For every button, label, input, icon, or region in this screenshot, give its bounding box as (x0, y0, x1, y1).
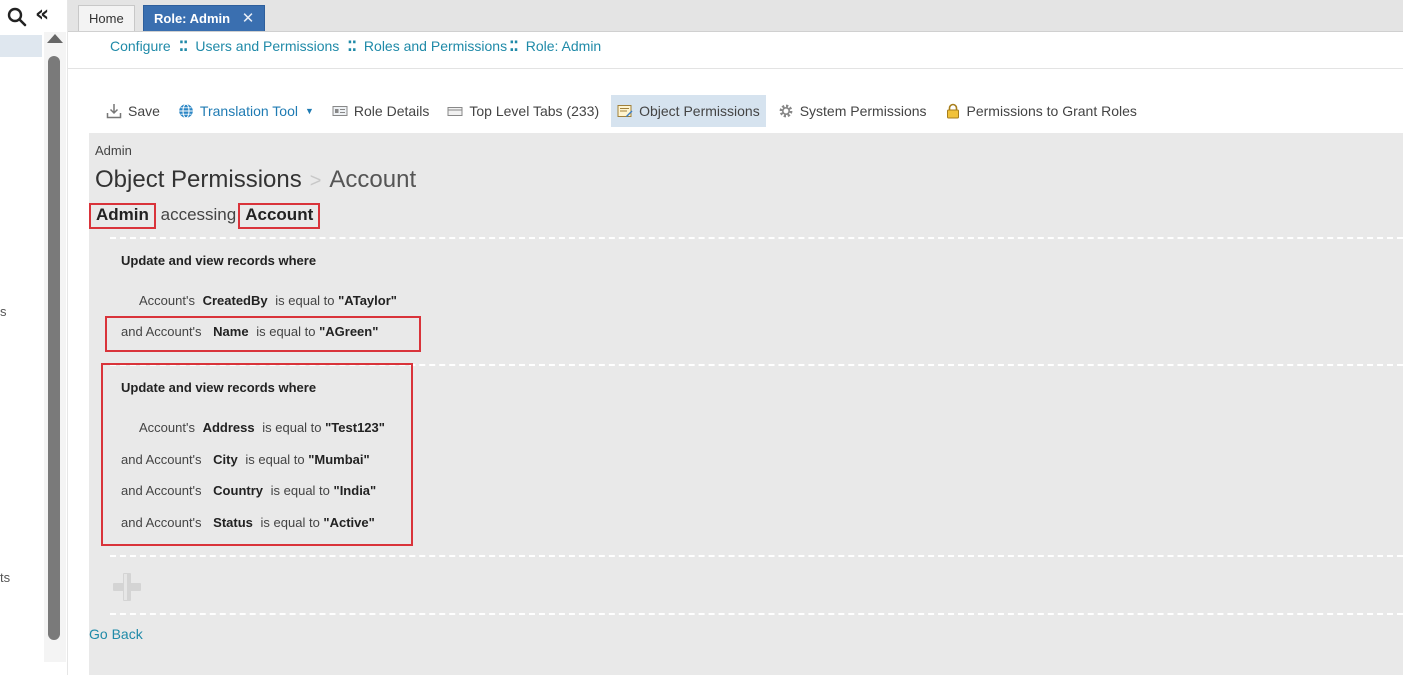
breadcrumb-separator: ⁚⁚ (347, 38, 357, 54)
tab-role-admin[interactable]: Role: Admin ✕ (143, 5, 266, 31)
go-back-link[interactable]: Go Back (89, 626, 143, 642)
permissions-to-grant-roles-button[interactable]: Permissions to Grant Roles (939, 95, 1143, 127)
condition-field: Status (213, 515, 253, 530)
condition-operator: is equal to (262, 420, 322, 435)
rule-condition: Account's CreatedBy is equal to "ATaylor… (139, 293, 397, 308)
role-name-label: Admin (95, 143, 132, 158)
lock-icon (945, 103, 961, 119)
breadcrumb-users-and-permissions[interactable]: Users and Permissions (195, 38, 339, 54)
rule-divider (110, 555, 1403, 557)
rule-divider (110, 237, 1403, 239)
download-save-icon (106, 103, 122, 119)
top-level-tabs-label: Top Level Tabs (233) (469, 103, 600, 119)
tab-role-admin-label: Role: Admin (154, 11, 231, 26)
permissions-to-grant-roles-label: Permissions to Grant Roles (966, 103, 1137, 119)
add-rule-plus-icon[interactable] (111, 571, 143, 603)
role-details-label: Role Details (353, 103, 430, 119)
condition-prefix: Account's (139, 420, 195, 435)
system-permissions-button[interactable]: System Permissions (772, 95, 933, 127)
condition-field: CreatedBy (202, 293, 268, 308)
breadcrumb-roles-and-permissions[interactable]: Roles and Permissions (364, 38, 507, 54)
breadcrumb-role-admin[interactable]: Role: Admin (526, 38, 601, 54)
tab-home-label: Home (89, 11, 124, 26)
rule-condition: and Account's Name is equal to "AGreen" (121, 324, 378, 339)
condition-value: "Mumbai" (308, 452, 370, 467)
object-permissions-button[interactable]: Object Permissions (611, 95, 766, 127)
condition-value: "Test123" (325, 420, 385, 435)
role-details-button[interactable]: Role Details (326, 95, 435, 127)
page-title-object: Account (329, 166, 417, 193)
condition-field: City (213, 452, 238, 467)
rule-divider (110, 613, 1403, 615)
collapse-sidebar-icon[interactable]: « (35, 4, 49, 26)
condition-value: "ATaylor" (338, 293, 397, 308)
condition-prefix: and Account's (121, 515, 202, 530)
scroll-up-arrow-icon[interactable] (47, 34, 63, 43)
condition-field: Country (213, 483, 264, 498)
translation-tool-dropdown[interactable]: Translation Tool ▼ (172, 95, 320, 127)
access-subject-highlight: Admin (89, 203, 156, 229)
tab-bar: Home Role: Admin ✕ (68, 0, 1403, 32)
tabs-icon (447, 103, 463, 119)
rule-condition: and Account's Status is equal to "Active… (121, 515, 375, 530)
close-icon[interactable]: ✕ (242, 10, 255, 27)
left-rail: « s ts (0, 0, 68, 675)
condition-operator: is equal to (245, 452, 305, 467)
page-title-main: Object Permissions (95, 166, 302, 193)
sidebar-label-fragment: ts (0, 570, 11, 585)
rule-condition: and Account's City is equal to "Mumbai" (121, 452, 370, 467)
condition-prefix: and Account's (121, 483, 202, 498)
toolbar: Save Translation Tool ▼ Role Details Top… (100, 95, 1149, 127)
page-title: Object Permissions > Account (95, 166, 416, 194)
divider (68, 68, 1403, 69)
sidebar-selected-item[interactable] (0, 35, 42, 57)
object-permissions-label: Object Permissions (639, 103, 760, 119)
object-permissions-panel: Admin Object Permissions > Account Admin a… (89, 133, 1403, 675)
title-separator: > (309, 170, 322, 192)
top-level-tabs-button[interactable]: Top Level Tabs (233) (441, 95, 605, 127)
sidebar-scrollbar[interactable] (48, 56, 60, 640)
translation-tool-label: Translation Tool (199, 103, 298, 119)
search-icon[interactable] (7, 7, 27, 27)
condition-operator: is equal to (256, 324, 316, 339)
save-button[interactable]: Save (100, 95, 166, 127)
condition-operator: is equal to (270, 483, 330, 498)
rule-condition: Account's Address is equal to "Test123" (139, 420, 385, 435)
breadcrumb-separator: ⁚⁚ (509, 38, 519, 54)
condition-operator: is equal to (260, 515, 320, 530)
access-subject: Admin (96, 205, 149, 224)
condition-field: Address (202, 420, 255, 435)
id-card-icon (332, 103, 348, 119)
condition-value: "AGreen" (319, 324, 379, 339)
access-summary: Admin accessing Account (89, 203, 321, 229)
condition-field: Name (213, 324, 249, 339)
rule-heading: Update and view records where (121, 253, 317, 268)
save-label: Save (128, 103, 160, 119)
condition-operator: is equal to (275, 293, 335, 308)
object-permissions-icon (617, 103, 633, 119)
breadcrumb-separator: ⁚⁚ (178, 38, 189, 54)
breadcrumb-configure[interactable]: Configure (110, 38, 171, 54)
gear-icon (778, 103, 794, 119)
globe-icon (178, 103, 194, 119)
chevron-down-icon: ▼ (304, 106, 314, 116)
tab-home[interactable]: Home (78, 5, 135, 31)
rule-heading: Update and view records where (121, 380, 317, 395)
breadcrumb: Configure ⁚⁚ Users and Permissions ⁚⁚ Roles … (110, 38, 601, 55)
condition-prefix: and Account's (121, 324, 202, 339)
condition-prefix: Account's (139, 293, 195, 308)
system-permissions-label: System Permissions (799, 103, 927, 119)
rule-condition: and Account's Country is equal to "India… (121, 483, 376, 498)
access-verb: accessing (160, 205, 237, 224)
access-object: Account (245, 205, 314, 224)
sidebar-label-fragment: s (0, 304, 7, 319)
condition-prefix: and Account's (121, 452, 202, 467)
access-object-highlight: Account (238, 203, 321, 229)
condition-value: "India" (333, 483, 377, 498)
condition-value: "Active" (323, 515, 375, 530)
